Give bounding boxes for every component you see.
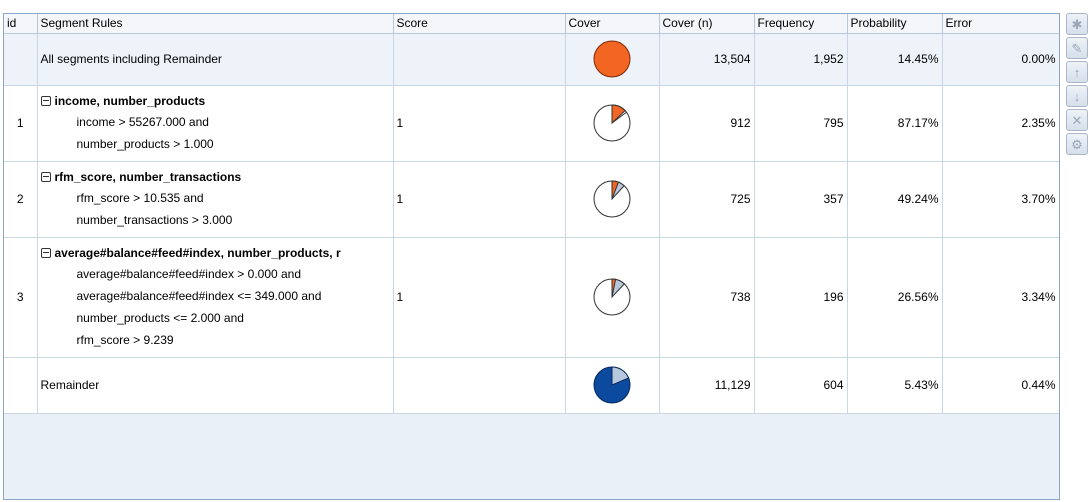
segments-table: id Segment Rules Score Cover Cover (n) F…: [4, 14, 1059, 414]
score-cell: [393, 33, 566, 86]
frequency-cell: 1,952: [754, 33, 848, 86]
cover-pie-cell: [565, 357, 660, 414]
error-cell: 0.00%: [942, 33, 1059, 86]
frequency-cell: 604: [754, 357, 848, 414]
cover-pie-all: [593, 40, 631, 78]
error-cell: 3.70%: [942, 161, 1059, 238]
frequency-cell: 795: [754, 85, 848, 162]
segment-rule-heading: rfm_score, number_transactions: [40, 167, 390, 187]
probability-cell: 5.43%: [847, 357, 943, 414]
row-id-cell: 3: [4, 237, 38, 358]
probability-cell: 14.45%: [847, 33, 943, 86]
score-cell: 1: [393, 237, 566, 358]
cover-n-cell: 13,504: [659, 33, 755, 86]
col-header-cover-n[interactable]: Cover (n): [659, 14, 755, 34]
cover-pie-2: [593, 180, 631, 218]
probability-cell: 26.56%: [847, 237, 943, 358]
add-row-icon[interactable]: ✱: [1066, 13, 1088, 35]
side-toolbar: ✱ ✎ ↑ ↓ ✕ ⚙: [1066, 13, 1088, 157]
probability-cell: 87.17%: [847, 85, 943, 162]
frequency-cell: 357: [754, 161, 848, 238]
table-row-remainder[interactable]: Remainder 11,129 604 5.43% 0.44%: [4, 357, 1059, 414]
table-row-segment-3[interactable]: 3 average#balance#feed#index, number_pro…: [4, 237, 1059, 358]
cover-pie-3: [593, 278, 631, 316]
row-id-cell: [4, 33, 38, 86]
error-cell: 0.44%: [942, 357, 1059, 414]
col-header-score[interactable]: Score: [393, 14, 566, 34]
col-header-probability[interactable]: Probability: [847, 14, 943, 34]
cover-n-cell: 912: [659, 85, 755, 162]
segment-rule-heading: income, number_products: [40, 91, 390, 111]
frequency-cell: 196: [754, 237, 848, 358]
col-header-frequency[interactable]: Frequency: [754, 14, 848, 34]
segment-rules-cell: average#balance#feed#index, number_produ…: [37, 237, 394, 358]
rule-condition: number_products <= 2.000 and: [76, 311, 244, 325]
segment-rules-cell: income, number_products income > 55267.0…: [37, 85, 394, 162]
cover-pie-cell: [565, 161, 660, 238]
score-cell: 1: [393, 161, 566, 238]
segment-rule-title: average#balance#feed#index, number_produ…: [54, 246, 341, 260]
table-header-row: id Segment Rules Score Cover Cover (n) F…: [4, 14, 1059, 34]
rule-condition: rfm_score > 9.239: [76, 333, 174, 347]
score-cell: 1: [393, 85, 566, 162]
segment-rule-title: income, number_products: [54, 94, 206, 108]
rule-condition: number_products > 1.000: [76, 137, 214, 151]
segment-rules-cell: rfm_score, number_transactions rfm_score…: [37, 161, 394, 238]
cover-pie-remainder: [593, 366, 631, 404]
col-header-segment-rules[interactable]: Segment Rules: [37, 14, 394, 34]
probability-cell: 49.24%: [847, 161, 943, 238]
segment-label: All segments including Remainder: [37, 33, 394, 86]
row-id-cell: 1: [4, 85, 38, 162]
cover-pie-cell: [565, 33, 660, 86]
rule-condition: rfm_score > 10.535 and: [76, 191, 204, 205]
edit-icon[interactable]: ✎: [1066, 37, 1088, 59]
score-cell: [393, 357, 566, 414]
rule-condition: average#balance#feed#index > 0.000 and: [76, 267, 302, 281]
error-cell: 3.34%: [942, 237, 1059, 358]
error-cell: 2.35%: [942, 85, 1059, 162]
segment-rule-heading: average#balance#feed#index, number_produ…: [40, 243, 390, 263]
cover-n-cell: 11,129: [659, 357, 755, 414]
col-header-error[interactable]: Error: [942, 14, 1059, 34]
cover-pie-cell: [565, 85, 660, 162]
collapse-icon[interactable]: [40, 172, 51, 182]
row-id-cell: [4, 357, 38, 414]
rule-condition: average#balance#feed#index <= 349.000 an…: [76, 289, 322, 303]
segments-table-frame: id Segment Rules Score Cover Cover (n) F…: [3, 13, 1060, 500]
segment-rule-title: rfm_score, number_transactions: [54, 170, 242, 184]
cover-n-cell: 725: [659, 161, 755, 238]
col-header-cover[interactable]: Cover: [565, 14, 660, 34]
segment-label: Remainder: [37, 357, 394, 414]
collapse-icon[interactable]: [40, 96, 51, 106]
table-row-segment-2[interactable]: 2 rfm_score, number_transactions rfm_sco…: [4, 161, 1059, 238]
cover-pie-1: [593, 104, 631, 142]
col-header-id[interactable]: id: [4, 14, 38, 34]
rule-condition: number_transactions > 3.000: [76, 213, 233, 227]
cover-pie-cell: [565, 237, 660, 358]
cover-n-cell: 738: [659, 237, 755, 358]
table-row-all-segments[interactable]: All segments including Remainder 13,504 …: [4, 33, 1059, 86]
move-down-icon[interactable]: ↓: [1066, 85, 1088, 107]
row-id-cell: 2: [4, 161, 38, 238]
settings-icon[interactable]: ⚙: [1066, 133, 1088, 155]
collapse-icon[interactable]: [40, 248, 51, 258]
rule-condition: income > 55267.000 and: [76, 115, 209, 129]
move-up-icon[interactable]: ↑: [1066, 61, 1088, 83]
table-row-segment-1[interactable]: 1 income, number_products income > 55267…: [4, 85, 1059, 162]
delete-icon[interactable]: ✕: [1066, 109, 1088, 131]
